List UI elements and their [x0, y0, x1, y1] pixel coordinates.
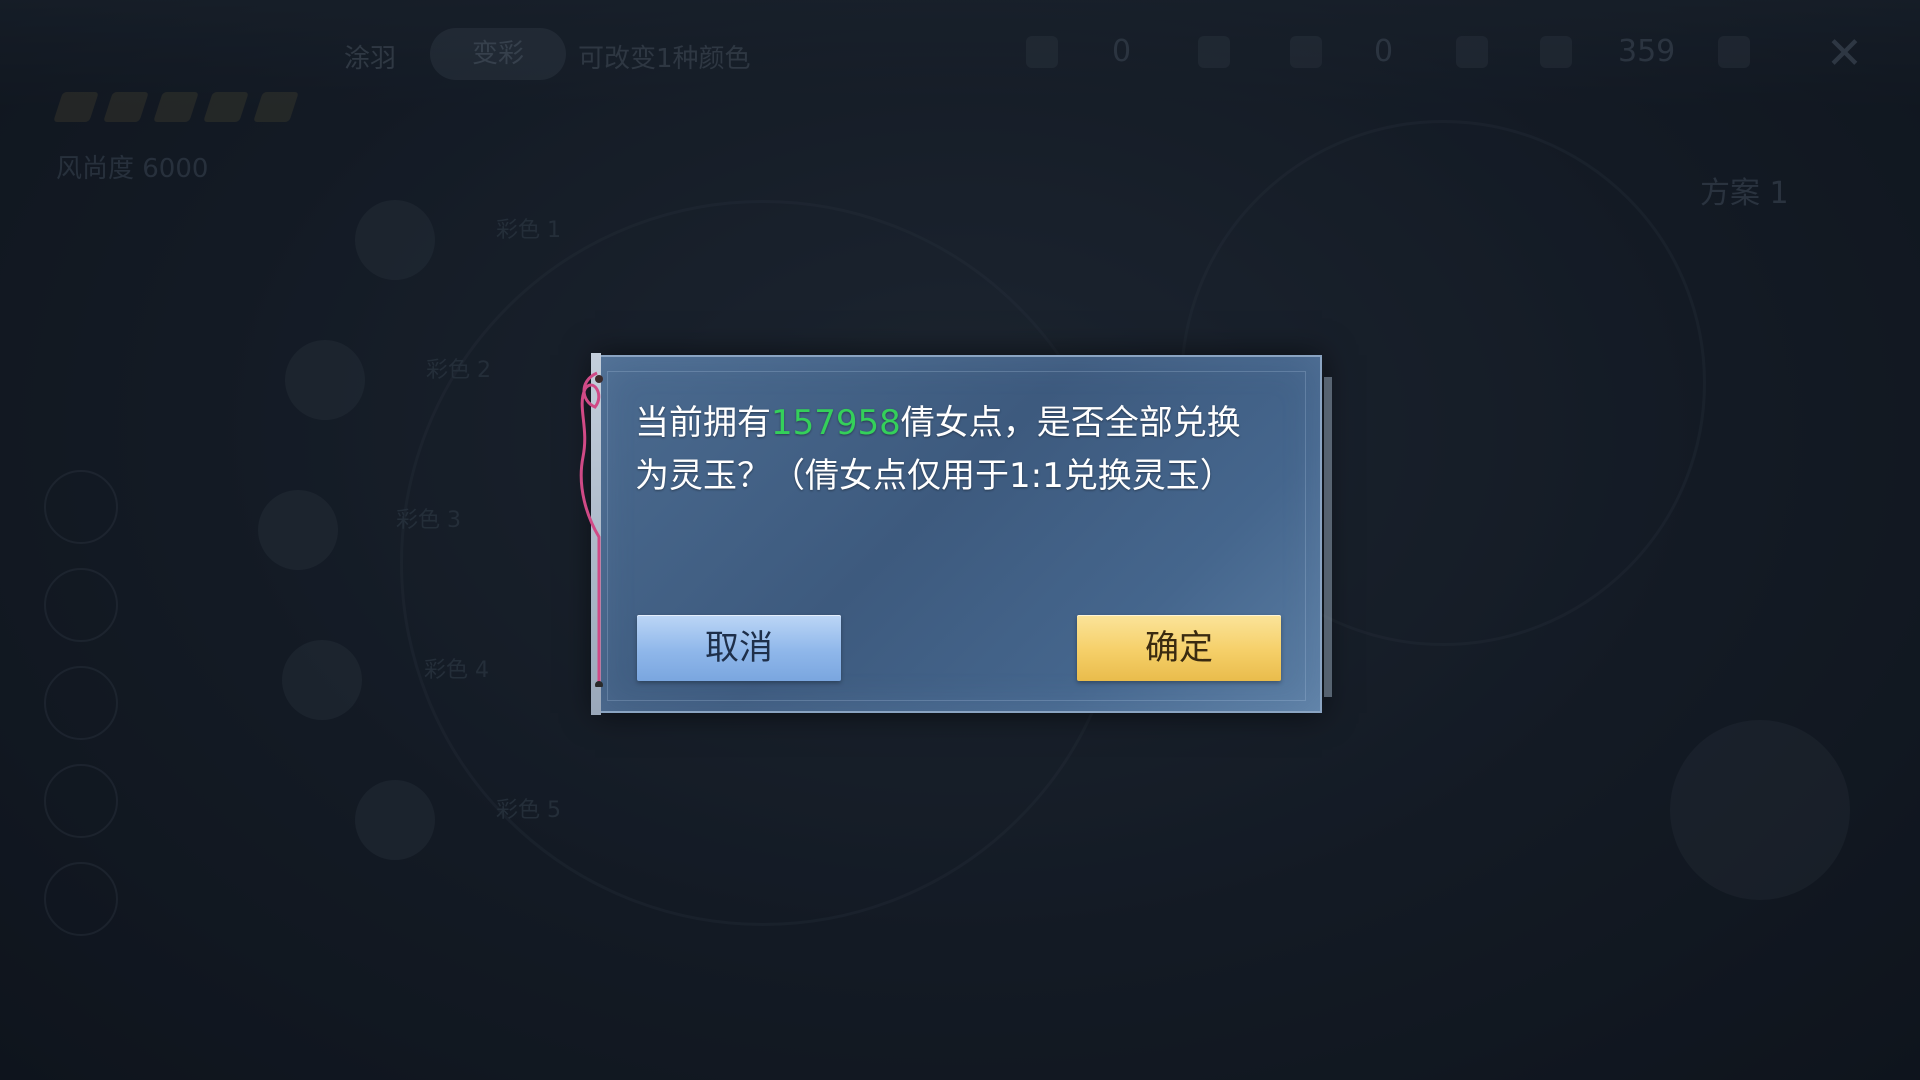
dialog-right-edge [1324, 377, 1332, 697]
add-icon[interactable] [1718, 36, 1750, 68]
tab-coat[interactable]: 涂羽 [344, 38, 396, 75]
gear-icon[interactable] [44, 666, 118, 740]
rating-stars [53, 92, 299, 122]
cancel-button[interactable]: 取消 [637, 615, 841, 681]
slot-label: 彩色 2 [426, 358, 491, 383]
color-slot[interactable] [355, 200, 435, 280]
add-icon[interactable] [1456, 36, 1488, 68]
color-hint: 可改变1种颜色 [578, 44, 751, 74]
resource-count-3: 359 [1618, 34, 1676, 69]
color-slot[interactable] [258, 490, 338, 570]
mask-icon[interactable] [44, 764, 118, 838]
tab-color-change[interactable]: 变彩 [430, 28, 566, 80]
message-prefix: 当前拥有 [635, 403, 771, 443]
resource-count-2: 0 [1374, 34, 1394, 69]
points-amount: 157958 [771, 403, 901, 443]
add-icon[interactable] [1198, 36, 1230, 68]
wing-icon[interactable] [44, 470, 118, 544]
fashion-score: 风尚度 6000 [56, 154, 209, 184]
color-slot[interactable] [285, 340, 365, 420]
dialog-message: 当前拥有157958倩女点，是否全部兑换为灵玉？（倩女点仅用于1:1兑换灵玉） [635, 397, 1265, 503]
color-slot[interactable] [355, 780, 435, 860]
confirm-button[interactable]: 确定 [1077, 615, 1281, 681]
frame-icon[interactable] [44, 862, 118, 936]
hair-icon[interactable] [44, 568, 118, 642]
ribbon-decoration [579, 371, 603, 687]
resource-count-1: 0 [1112, 34, 1132, 69]
slot-label: 彩色 3 [396, 508, 461, 533]
plan-selector[interactable]: 方案 1 [1700, 168, 1789, 212]
slot-label: 彩色 5 [496, 798, 561, 823]
close-icon[interactable]: ✕ [1826, 32, 1863, 76]
slot-label: 彩色 1 [496, 218, 561, 243]
currency-icon [1026, 36, 1058, 68]
jade-icon [1540, 36, 1572, 68]
feather-icon [1290, 36, 1322, 68]
slot-label: 彩色 4 [424, 658, 489, 683]
preview-orb[interactable] [1670, 720, 1850, 900]
exchange-confirm-dialog: 当前拥有157958倩女点，是否全部兑换为灵玉？（倩女点仅用于1:1兑换灵玉） … [579, 353, 1332, 715]
color-slot[interactable] [282, 640, 362, 720]
